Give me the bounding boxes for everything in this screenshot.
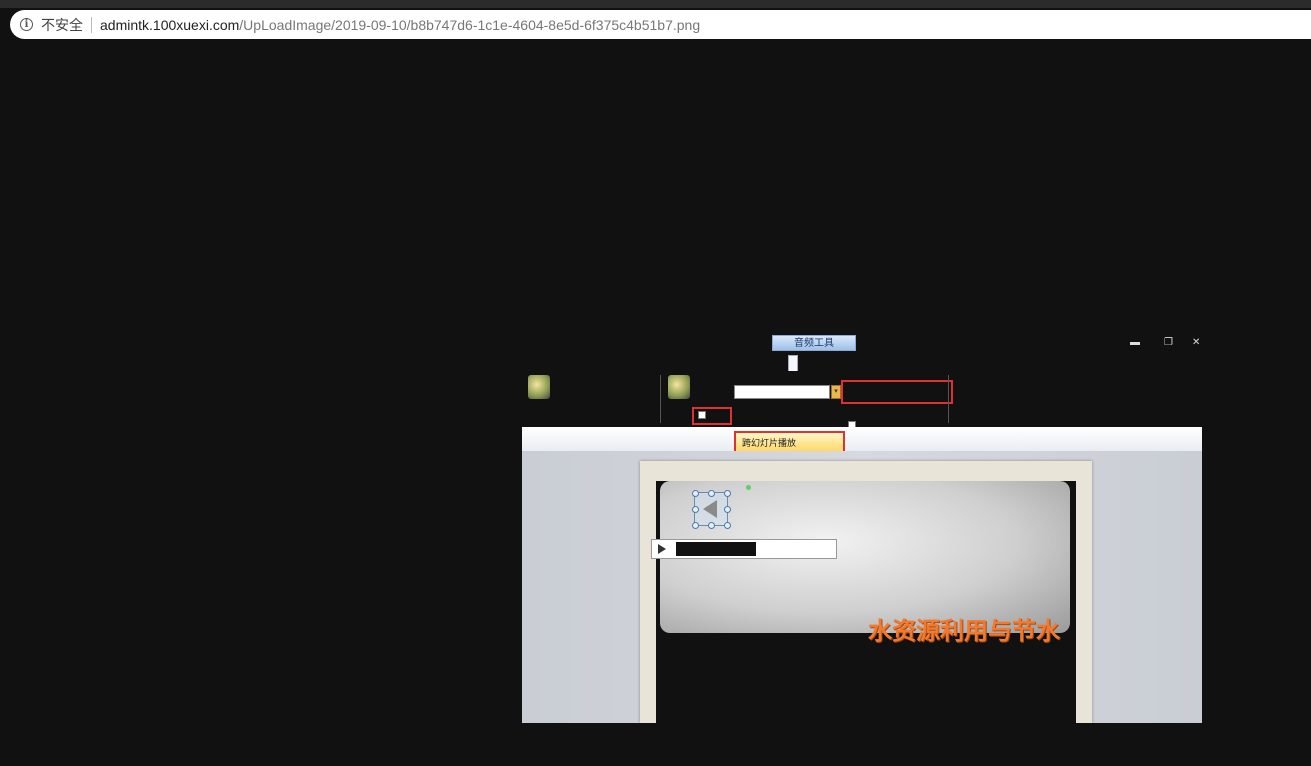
restore-icon[interactable]: ❐ bbox=[1164, 337, 1173, 348]
resize-handle[interactable] bbox=[724, 490, 731, 497]
ribbon-bottom-strip bbox=[522, 427, 1202, 451]
ppt-ribbon: ▾ bbox=[522, 371, 1202, 429]
play-audio-icon[interactable] bbox=[528, 375, 550, 399]
url-host[interactable]: admintk.100xuexi.com bbox=[100, 17, 239, 33]
close-icon[interactable]: ✕ bbox=[1192, 337, 1200, 348]
security-label[interactable]: 不安全 bbox=[41, 15, 83, 35]
ribbon-group-divider bbox=[660, 375, 661, 423]
highlight-box-loop bbox=[841, 380, 953, 404]
ribbon-group-divider bbox=[948, 375, 949, 423]
play-icon[interactable] bbox=[658, 544, 666, 554]
volume-icon[interactable] bbox=[668, 375, 690, 399]
resize-handle[interactable] bbox=[708, 490, 715, 497]
resize-handle[interactable] bbox=[692, 490, 699, 497]
browser-top-strip bbox=[0, 0, 1311, 8]
resize-handle[interactable] bbox=[708, 522, 715, 529]
dropdown-arrow-icon[interactable]: ▾ bbox=[831, 385, 841, 399]
start-dropdown[interactable] bbox=[734, 385, 830, 399]
minimize-icon[interactable]: ▬ bbox=[1130, 337, 1140, 348]
displayed-image: 音频工具 ▬ ❐ ✕ ▾ 跨幻灯片播放 水资源利用与节水 bbox=[522, 333, 1202, 723]
slide[interactable]: 水资源利用与节水 bbox=[651, 481, 1076, 723]
ppt-title-bar: 音频工具 ▬ ❐ ✕ bbox=[522, 333, 1202, 355]
play-across-slides-option[interactable]: 跨幻灯片播放 bbox=[734, 431, 845, 453]
speaker-glyph bbox=[703, 500, 717, 518]
resize-handle[interactable] bbox=[692, 522, 699, 529]
resize-handle[interactable] bbox=[724, 506, 731, 513]
info-icon[interactable]: i bbox=[20, 18, 33, 31]
resize-handle[interactable] bbox=[724, 522, 731, 529]
ppt-ribbon-tabs bbox=[522, 355, 1202, 372]
play-across-slides-label: 跨幻灯片播放 bbox=[742, 438, 797, 448]
playback-tab-active[interactable] bbox=[788, 355, 798, 372]
resize-handle[interactable] bbox=[692, 506, 699, 513]
slide-frame: 水资源利用与节水 bbox=[640, 461, 1092, 723]
slide-title: 水资源利用与节水 bbox=[868, 617, 1060, 645]
url-path[interactable]: /UpLoadImage/2019-09-10/b8b747d6-1c1e-46… bbox=[239, 17, 700, 33]
speaker-icon[interactable] bbox=[651, 485, 837, 559]
address-bar[interactable]: i 不安全 admintk.100xuexi.com/UpLoadImage/2… bbox=[10, 10, 1311, 39]
audio-tools-tab[interactable]: 音频工具 bbox=[772, 335, 856, 351]
address-separator bbox=[91, 16, 92, 33]
rotation-handle[interactable] bbox=[746, 485, 751, 490]
highlight-box-checkbox bbox=[692, 407, 732, 425]
audio-progress-track[interactable] bbox=[676, 542, 756, 556]
audio-player-bar[interactable] bbox=[651, 539, 837, 559]
